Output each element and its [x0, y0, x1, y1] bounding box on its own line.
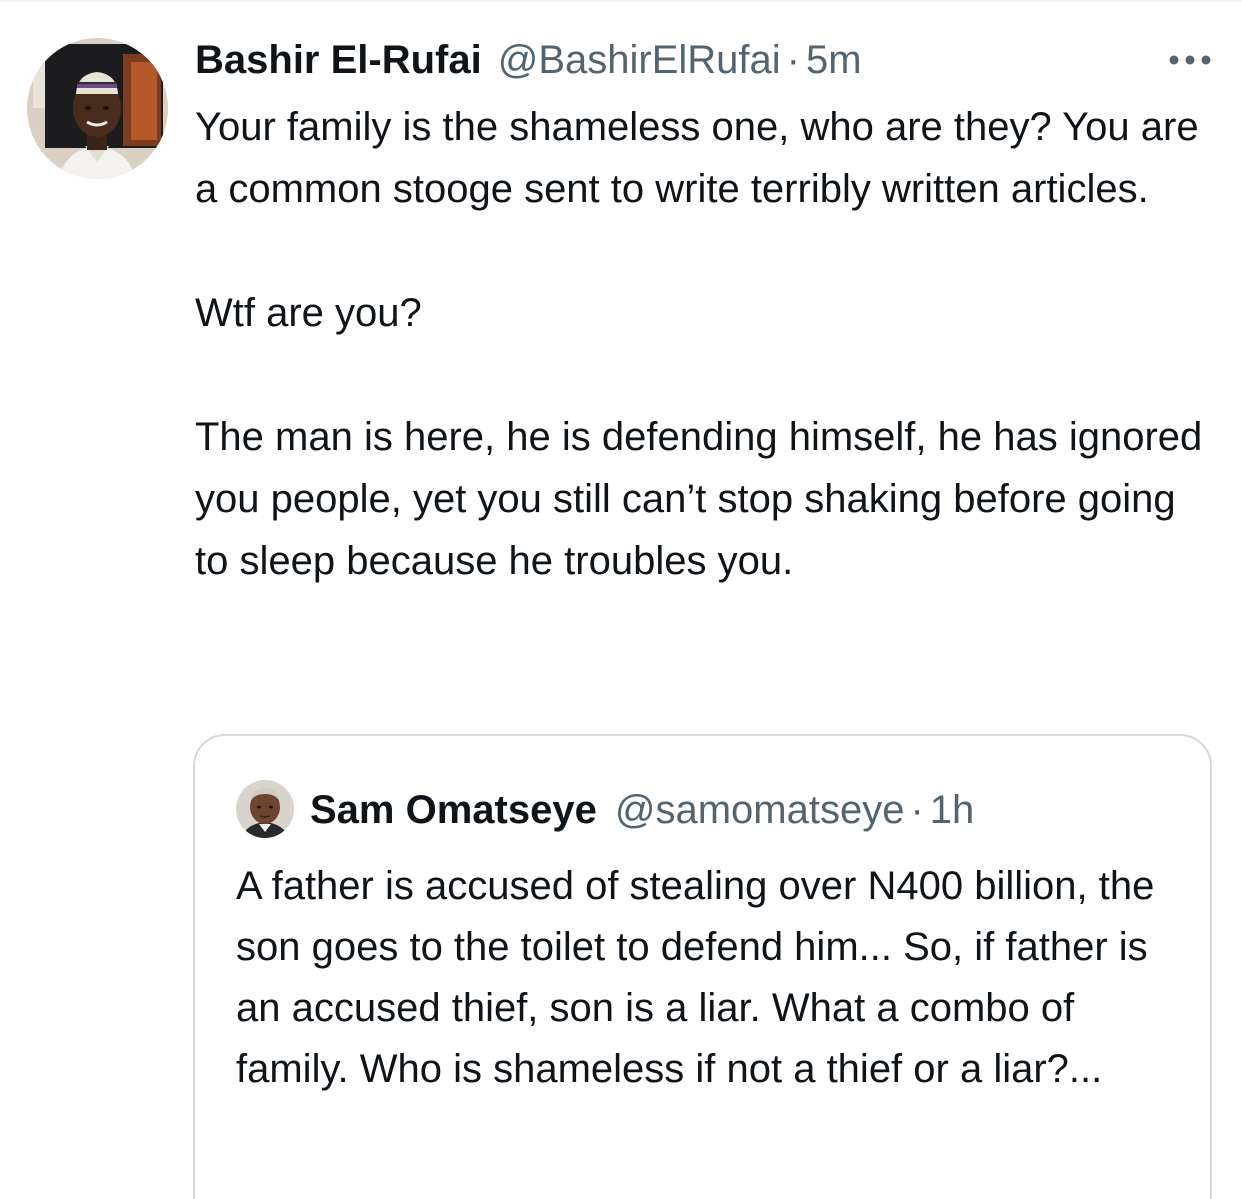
quoted-tweet-text: A father is accused of stealing over N40…	[236, 864, 1155, 1091]
quoted-tweet-header: Sam Omatseye @samomatseye · 1h	[310, 786, 974, 834]
tweet-paragraph: Your family is the shameless one, who ar…	[195, 105, 1199, 211]
author-name[interactable]: Bashir El-Rufai	[195, 38, 482, 83]
top-divider	[0, 0, 1242, 2]
avatar-portrait-image	[27, 38, 168, 179]
tweet-screen: Bashir El-Rufai @BashirElRufai · 5m Your…	[0, 0, 1242, 1199]
author-avatar[interactable]	[27, 38, 168, 179]
tweet-paragraph: The man is here, he is defending himself…	[195, 415, 1203, 583]
tweet-paragraph: Wtf are you?	[195, 291, 422, 335]
quoted-author-handle[interactable]: @samomatseye	[615, 788, 905, 833]
quoted-author-name[interactable]: Sam Omatseye	[310, 788, 597, 833]
separator-dot: ·	[786, 37, 800, 82]
quoted-tweet-timestamp[interactable]: 1h	[930, 788, 975, 833]
more-horizontal-icon	[1169, 55, 1211, 65]
quoted-avatar-portrait-image	[236, 780, 294, 838]
tweet-timestamp[interactable]: 5m	[806, 38, 862, 83]
tweet-header: Bashir El-Rufai @BashirElRufai · 5m	[195, 34, 862, 86]
more-options-button[interactable]	[1160, 42, 1220, 78]
separator-dot: ·	[910, 787, 924, 832]
quoted-author-avatar[interactable]	[236, 780, 294, 838]
tweet-text: Your family is the shameless one, who ar…	[195, 96, 1205, 592]
author-handle[interactable]: @BashirElRufai	[498, 38, 781, 83]
quoted-tweet-card[interactable]: Sam Omatseye @samomatseye · 1h A father …	[193, 734, 1212, 1199]
